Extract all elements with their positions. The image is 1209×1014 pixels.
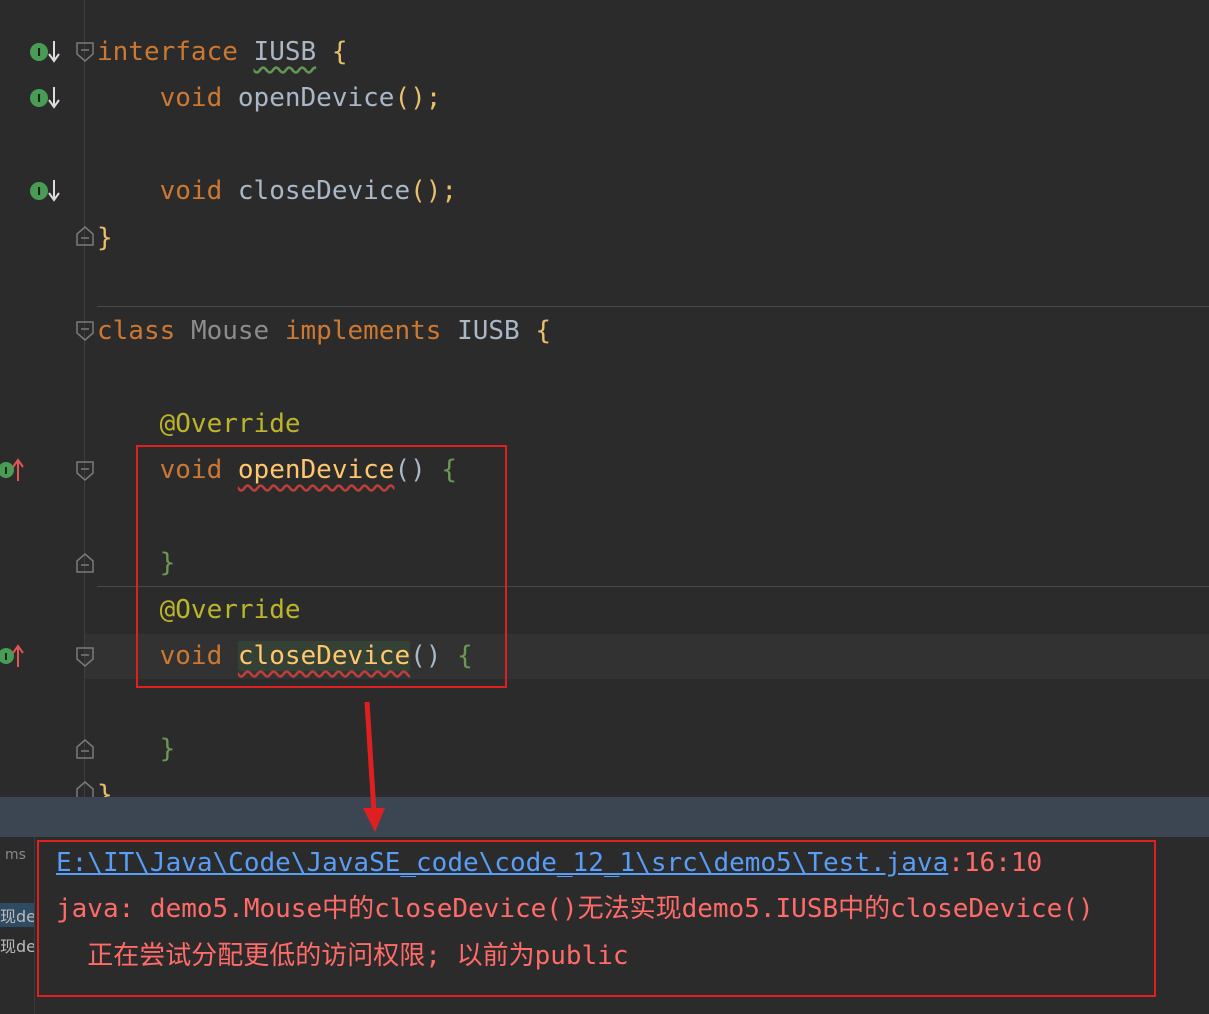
code-line-close-device-decl[interactable]: void closeDevice(); bbox=[97, 168, 457, 214]
unfold-icon[interactable] bbox=[76, 553, 94, 573]
code-line-close-device-end[interactable]: } bbox=[97, 726, 176, 772]
code-line-class-decl[interactable]: class Mouse implements IUSB { bbox=[97, 308, 551, 354]
svg-text:I: I bbox=[37, 185, 41, 198]
unfold-icon[interactable] bbox=[76, 739, 94, 759]
code-line-class-end[interactable]: } bbox=[97, 772, 113, 797]
code-line-open-device-decl[interactable]: void openDevice(); bbox=[97, 75, 442, 121]
build-tree-panel[interactable]: ms 现de 现de bbox=[0, 837, 35, 1014]
svg-text:I: I bbox=[37, 46, 41, 59]
fold-icon[interactable] bbox=[76, 647, 94, 667]
build-tree-item[interactable]: 现de bbox=[0, 933, 34, 957]
method-implementing-icon[interactable]: I bbox=[0, 643, 34, 669]
unfold-icon[interactable] bbox=[76, 781, 94, 797]
build-tree-item[interactable]: 现de bbox=[0, 903, 34, 927]
method-separator bbox=[97, 306, 1209, 307]
code-line-interface-end[interactable]: } bbox=[97, 215, 113, 261]
gutter-divider bbox=[84, 0, 85, 797]
method-implemented-icon[interactable]: I bbox=[28, 85, 62, 111]
code-line-interface-decl[interactable]: interface IUSB { bbox=[97, 29, 347, 75]
code-editor[interactable]: I I I I I interface IUSB { void openDevi… bbox=[0, 0, 1209, 797]
tool-window-header[interactable] bbox=[0, 797, 1209, 837]
fold-icon[interactable] bbox=[76, 42, 94, 62]
fold-icon[interactable] bbox=[76, 321, 94, 341]
fold-icon[interactable] bbox=[76, 461, 94, 481]
svg-text:I: I bbox=[4, 652, 8, 663]
code-line-override-1[interactable]: @Override bbox=[97, 401, 301, 447]
svg-text:I: I bbox=[4, 466, 8, 477]
method-implemented-icon[interactable]: I bbox=[28, 178, 62, 204]
highlight-box-error bbox=[37, 840, 1156, 997]
svg-text:I: I bbox=[37, 92, 41, 105]
duration-label: ms bbox=[5, 847, 26, 863]
method-implementing-icon[interactable]: I bbox=[0, 457, 34, 483]
highlight-box-methods bbox=[136, 445, 507, 688]
interface-implemented-icon[interactable]: I bbox=[28, 39, 62, 65]
unfold-icon[interactable] bbox=[76, 226, 94, 246]
red-arrow-icon bbox=[363, 701, 385, 832]
